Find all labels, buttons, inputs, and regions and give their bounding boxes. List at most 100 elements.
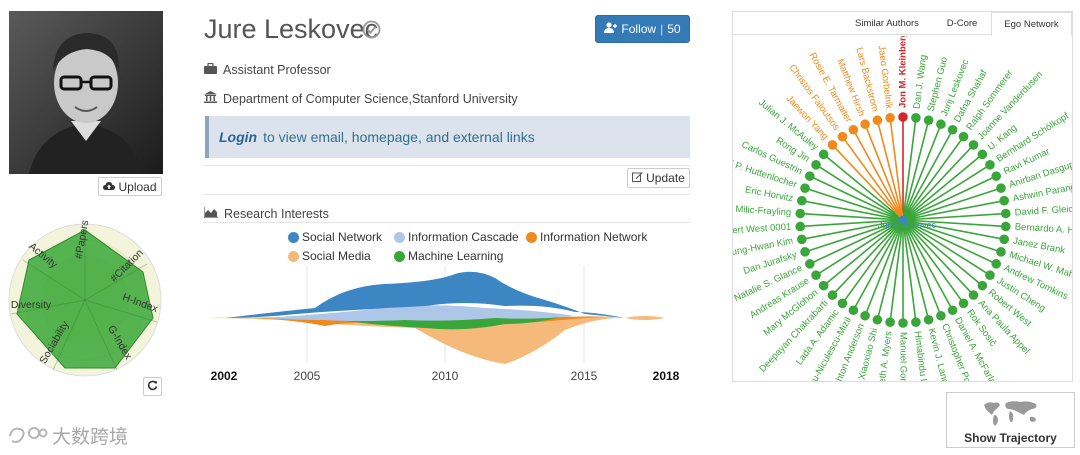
ego-node-manuel-gomez-rodriguez[interactable]: [898, 318, 908, 328]
ego-node-cristian-danescu-niculescu-mizil[interactable]: [848, 305, 859, 316]
login-link[interactable]: Login: [219, 129, 257, 145]
ego-node-u-kang[interactable]: [977, 149, 988, 160]
ego-node-lada-a-adamic[interactable]: [837, 298, 848, 309]
legend-swatch: [288, 231, 299, 243]
legend-item-social-network: Social Network: [288, 230, 382, 244]
refresh-icon: [147, 378, 158, 396]
ego-node-ravi-kumar[interactable]: [991, 171, 1001, 181]
tab-similar-authors[interactable]: Similar Authors: [843, 12, 931, 35]
tab-ego-network[interactable]: Ego Network: [991, 12, 1072, 36]
show-trajectory-button[interactable]: Show Trajectory: [946, 392, 1075, 448]
ego-node-rong-jin[interactable]: [811, 160, 821, 170]
ego-node-jurij-leskovec[interactable]: [936, 119, 946, 130]
add-user-icon: [604, 22, 618, 36]
ego-node-andreas-krause[interactable]: [811, 270, 821, 280]
ego-edge: [902, 120, 930, 221]
x-tick-label: 2002: [211, 369, 238, 383]
ego-label-manuel-gomez-rodriguez: Manuel Gomez Rodriguez: [898, 332, 909, 381]
radar-chart: #Papers#CitationH-IndexG-IndexSociabilit…: [8, 219, 162, 377]
follow-button[interactable]: Follow | 50: [595, 15, 690, 43]
ego-node-dafna-shahaf[interactable]: [947, 124, 958, 135]
ego-node-ana-paula-appel[interactable]: [968, 290, 979, 300]
legend-item-information-cascade: Information Cascade: [394, 230, 519, 244]
ego-node-kevin-j-lang[interactable]: [923, 314, 934, 325]
ego-node-eric-horvitz[interactable]: [797, 195, 807, 206]
ego-network-graph: Jon M. Kleinberg Dan J. WangStephen GuoJu…: [733, 36, 1072, 381]
ego-label-dan-j-wang: Dan J. Wang: [912, 54, 930, 110]
ego-node-jaewon-yang[interactable]: [827, 140, 838, 150]
ego-node-xiaoxiao-shi[interactable]: [872, 314, 883, 325]
follow-separator: |: [660, 22, 664, 36]
x-tick-label: 2010: [432, 369, 459, 383]
upload-button[interactable]: Upload: [98, 177, 162, 196]
tab-d-core[interactable]: D-Core: [933, 12, 991, 35]
x-tick-label: 2015: [571, 369, 598, 383]
ego-node-robert-west-0001[interactable]: [795, 221, 806, 232]
ego-node-christopher-potts[interactable]: [936, 310, 946, 321]
ego-node-matthew-hirsh[interactable]: [860, 119, 870, 130]
ego-node-anirban-dasgupta[interactable]: [996, 183, 1006, 193]
refresh-button[interactable]: [143, 377, 162, 396]
x-axis-ticks: 2002 2005 2010 2015 2018: [211, 369, 680, 383]
update-label: Update: [646, 171, 685, 185]
ego-node-deepayan-chakrabarti[interactable]: [827, 290, 838, 300]
ego-node-julian-j-mcauley[interactable]: [818, 149, 829, 160]
divider: [204, 222, 690, 223]
ego-node-jaeo-gorbelnik[interactable]: [885, 113, 895, 123]
ego-label-robert-west-0001: Robert West 0001: [733, 222, 792, 238]
ego-node-dan-j-wang[interactable]: [911, 113, 921, 123]
briefcase-icon: [204, 62, 217, 77]
ego-node-jon-m-kleinberg[interactable]: [898, 112, 908, 122]
update-button[interactable]: Update: [627, 168, 690, 188]
ego-node-dan-jurafsky[interactable]: [800, 247, 810, 257]
ego-node-lars-backstrom[interactable]: [872, 115, 883, 126]
ego-node-michael-w-mahoney[interactable]: [996, 247, 1006, 257]
ego-label-david-f-gleich: David F. Gleich: [1014, 203, 1072, 218]
research-interest-streamgraph: 2002 2005 2010 2015 2018: [205, 266, 680, 383]
ego-node-stephen-guo[interactable]: [923, 115, 934, 126]
ego-node-seth-a-myers[interactable]: [885, 317, 895, 327]
ego-node-david-f-gleich[interactable]: [1000, 208, 1011, 219]
ego-node-janez-brank[interactable]: [999, 234, 1009, 245]
position-row: Assistant Professor: [204, 62, 331, 77]
ego-node-mary-mcglohon[interactable]: [818, 280, 829, 291]
ego-node-carlos-guestrin[interactable]: [805, 171, 815, 181]
ego-node-bernhard-sch-lkopf[interactable]: [985, 160, 995, 170]
ego-node-sung-hwan-kim[interactable]: [797, 234, 807, 245]
x-tick-label: 2005: [294, 369, 321, 383]
login-banner: Login to view email, homepage, and exter…: [205, 116, 690, 158]
ego-node-christos-faloutsos[interactable]: [837, 131, 848, 142]
affiliation-row: Department of Computer Science,Stanford …: [204, 91, 518, 106]
ego-node-natasa-milic-frayling[interactable]: [795, 208, 806, 219]
check-circle-icon: [362, 20, 381, 39]
ego-label-bernardo-a-huberman: Bernardo A. Huberman: [1014, 222, 1072, 239]
legend-label: Social Network: [302, 230, 383, 244]
ego-node-himabindu-lakkaraju[interactable]: [911, 317, 921, 327]
ego-label-seth-a-myers: Seth A. Myers: [876, 330, 894, 381]
ego-node-justin-cheng[interactable]: [985, 270, 995, 280]
legend-item-social-media: Social Media: [288, 249, 371, 263]
watermark-text: 大数跨境: [52, 425, 129, 448]
legend-label: Information Network: [540, 230, 648, 244]
ego-node-daniel-a-mcfarland[interactable]: [947, 305, 958, 316]
follow-count: 50: [667, 22, 681, 36]
ego-node-robert-west[interactable]: [977, 280, 988, 291]
ego-node-natalie-s-glance[interactable]: [805, 259, 815, 269]
ego-node-daniel-p-huttenlocher[interactable]: [800, 183, 810, 193]
legend-label: Information Cascade: [408, 230, 519, 244]
position-text: Assistant Professor: [223, 63, 331, 77]
divider: [204, 165, 690, 166]
ego-edge: [902, 219, 930, 320]
ego-node-ashwin-paranjape[interactable]: [999, 195, 1009, 206]
x-tick-label: 2018: [653, 369, 680, 383]
ego-node-ralph-sommerer[interactable]: [958, 131, 969, 142]
legend-swatch: [526, 231, 537, 243]
ego-node-andrew-tomkins[interactable]: [991, 259, 1001, 269]
ego-node-rok-sosi[interactable]: [958, 298, 969, 309]
radar-axis-label-diversity: Diversity: [11, 299, 52, 311]
ego-node-joanne-vanderdusen[interactable]: [968, 140, 979, 150]
ego-node-rosie-e-tarmaiter[interactable]: [848, 124, 859, 135]
ego-node-ashton-anderson[interactable]: [860, 310, 870, 321]
ego-node-bernardo-a-huberman[interactable]: [1000, 221, 1011, 232]
legend-label: Machine Learning: [408, 249, 504, 263]
